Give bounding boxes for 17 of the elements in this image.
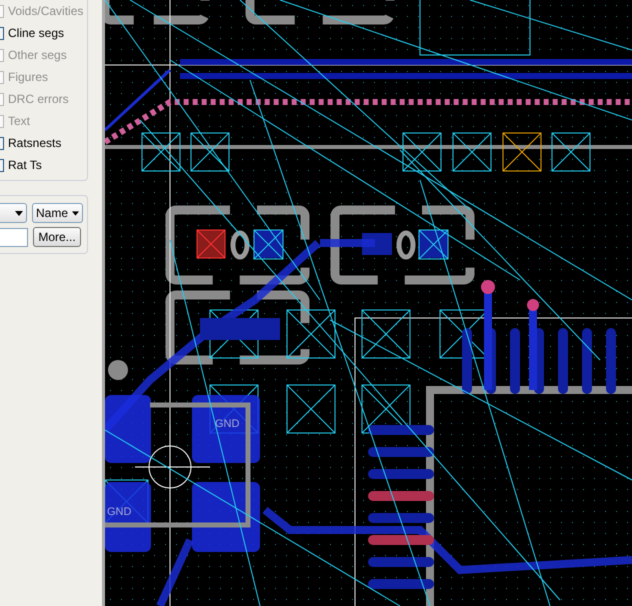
type-dropdown[interactable] bbox=[0, 203, 27, 223]
filter-label: DRC errors bbox=[8, 92, 69, 106]
more-button[interactable]: More... bbox=[33, 227, 81, 247]
filter-label: Voids/Cavities bbox=[8, 4, 84, 18]
pad-label: GND bbox=[107, 506, 132, 518]
filter-label: Figures bbox=[8, 70, 48, 84]
caret-icon bbox=[15, 210, 23, 216]
filter-label: Rat Ts bbox=[8, 158, 42, 172]
name-dropdown[interactable]: Name bbox=[32, 203, 83, 223]
caret-icon bbox=[72, 210, 79, 216]
search-field[interactable] bbox=[0, 228, 28, 246]
filter-label: Ratsnests bbox=[8, 136, 62, 150]
filter-label: Text bbox=[8, 114, 30, 128]
pcb-layout-canvas[interactable]: GND GND bbox=[105, 0, 632, 606]
filter-label: Other segs bbox=[8, 48, 67, 62]
filter-label: Cline segs bbox=[8, 26, 64, 40]
pad-label: GND bbox=[215, 418, 240, 430]
